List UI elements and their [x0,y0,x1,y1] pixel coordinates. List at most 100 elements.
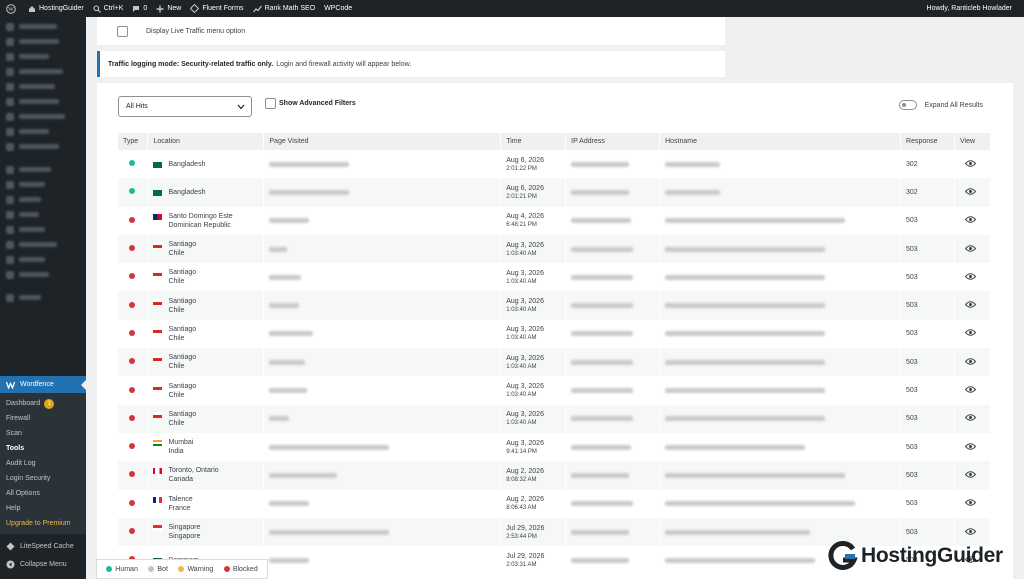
eye-icon[interactable] [964,499,977,506]
wpcode-link[interactable]: WPCode [324,5,352,12]
eye-icon[interactable] [964,159,977,167]
comments-link[interactable]: 0 [132,5,147,13]
submenu-upgrade-premium[interactable]: Upgrade to Premium [0,516,86,531]
eye-icon[interactable] [964,188,977,195]
advanced-filters-checkbox[interactable] [265,98,276,109]
sidebar-item-blurred[interactable] [0,282,86,290]
submenu-tools[interactable]: Tools [0,441,86,456]
submenu-dashboard[interactable]: Dashboard 1 [0,396,86,411]
eye-icon[interactable] [964,244,977,252]
wordfence-submenu: Dashboard 1 Firewall Scan Tools Audit Log… [0,393,86,534]
table-row[interactable]: Santo Domingo Este Dominican Republic Aug … [118,206,992,235]
submenu-audit-log[interactable]: Audit Log [0,456,86,471]
view-cell [954,461,992,490]
eye-icon[interactable] [964,301,977,308]
rank-math-link[interactable]: Rank Math SEO [252,5,315,13]
table-row[interactable]: Bangladesh Aug 6, 2026 2:01:21 PM 302 [118,178,992,207]
sidebar-item-wordfence[interactable]: Wordfence [0,376,86,393]
live-traffic-menu-checkbox[interactable] [117,25,128,37]
eye-icon[interactable] [964,442,977,450]
sidebar-item-blurred[interactable] [0,207,86,222]
eye-icon[interactable] [964,386,977,393]
view-cell [954,404,992,433]
advanced-filters-toggle[interactable]: Show Advanced Filters [265,98,356,109]
sidebar-item-blurred[interactable] [0,19,86,34]
table-row[interactable]: Toronto, Ontario Canada Aug 2, 2026 8:08:32… [118,461,992,490]
submenu-label: Audit Log [6,460,36,467]
expand-switch[interactable] [898,100,917,110]
menu-icon [6,293,14,302]
sidebar-item-blurred[interactable] [0,267,86,282]
location-cell: Santiago Chile [147,291,265,320]
type-dot [129,414,135,421]
sidebar-item-litespeed[interactable]: LiteSpeed Cache [0,538,86,554]
legend-label: Human [115,565,138,573]
table-row[interactable]: Talence France Aug 2, 2026 8:06:43 AM 503 [118,489,992,518]
eye-icon[interactable] [964,273,977,280]
eye-icon[interactable] [964,471,977,478]
sidebar-item-blurred[interactable] [0,109,86,124]
sidebar-item-blurred[interactable] [0,49,86,64]
redacted-ip [571,529,630,535]
fluent-forms-link[interactable]: Fluent Forms [190,4,244,13]
response-cell: 503 [900,461,955,490]
table-row[interactable]: Bangladesh Aug 6, 2026 2:01:22 PM 302 [118,150,992,179]
view-cell [954,376,992,405]
wordpress-logo-icon[interactable]: W [6,3,19,14]
collapse-menu-button[interactable]: Collapse Menu [0,556,86,572]
sidebar-item-blurred[interactable] [0,177,86,192]
sidebar-item-blurred[interactable] [0,154,86,162]
eye-icon[interactable] [964,357,977,365]
table-row[interactable]: Santiago Chile Aug 3, 2026 1:03:40 AM 503 [118,291,992,320]
sidebar-item-blurred[interactable] [0,64,86,79]
submenu-scan[interactable]: Scan [0,426,86,441]
eye-icon[interactable] [964,329,977,337]
submenu-help[interactable]: Help [0,501,86,516]
submenu-firewall[interactable]: Firewall [0,411,86,426]
time: 8:06:43 AM [506,505,537,512]
table-row[interactable]: Mumbai India Aug 3, 2026 9:41:14 PM 503 [118,432,992,462]
city-name: Toronto, Ontario [168,467,219,475]
sidebar-item-blurred[interactable] [0,124,86,139]
table-row[interactable]: Santiago Chile Aug 3, 2026 1:03:40 AM 503 [118,263,992,292]
sidebar-item-blurred[interactable] [0,94,86,109]
live-traffic-menu-label: Display Live Traffic menu option [146,27,246,35]
table-row[interactable]: Santiago Chile Aug 3, 2026 1:03:40 AM 503 [118,234,992,264]
expand-all-toggle[interactable]: Expand All Results [898,100,983,110]
sidebar-item-blurred[interactable] [0,290,86,305]
hits-filter-select[interactable]: All Hits [118,96,252,117]
sidebar-item-blurred[interactable] [0,252,86,267]
sidebar-item-blurred[interactable] [0,34,86,49]
hostname-cell [659,319,902,349]
country-name: Chile [168,391,185,399]
country-name: India [168,448,184,456]
submenu-login-security[interactable]: Login Security [0,471,86,486]
sidebar-item-blurred[interactable] [0,192,86,207]
user-greeting[interactable]: Howdy, Ranticleb Howlader [927,5,1012,12]
sidebar-item-blurred[interactable] [0,139,86,154]
sidebar-item-blurred[interactable] [0,237,86,252]
command-palette-button[interactable]: Ctrl+K [93,4,123,13]
table-row[interactable]: Santiago Chile Aug 3, 2026 1:03:40 AM 503 [118,376,992,405]
eye-icon[interactable] [964,414,977,422]
table-row[interactable]: Santiago Chile Aug 3, 2026 1:03:40 AM 503 [118,404,992,433]
redacted-hostname [665,416,826,422]
time-cell: Aug 6, 2026 2:01:22 PM [500,150,567,179]
blurred-label [19,272,49,277]
site-name-link[interactable]: HostingGuider [28,5,84,13]
rank-math-icon [252,5,262,12]
sidebar-item-blurred[interactable] [0,79,86,94]
new-content-link[interactable]: New [156,5,181,13]
eye-icon[interactable] [964,216,977,223]
menu-icon [6,195,14,204]
table-row[interactable]: Santiago Chile Aug 3, 2026 1:03:40 AM 503 [118,319,992,349]
eye-icon[interactable] [964,527,977,535]
hostname-cell [659,404,902,433]
submenu-all-options[interactable]: All Options [0,486,86,501]
view-cell [954,291,992,320]
table-row[interactable]: Santiago Chile Aug 3, 2026 1:03:40 AM 503 [118,348,992,377]
type-dot [129,301,135,308]
sidebar-item-blurred[interactable] [0,162,86,177]
legend-dot [106,566,113,572]
sidebar-item-blurred[interactable] [0,222,86,237]
